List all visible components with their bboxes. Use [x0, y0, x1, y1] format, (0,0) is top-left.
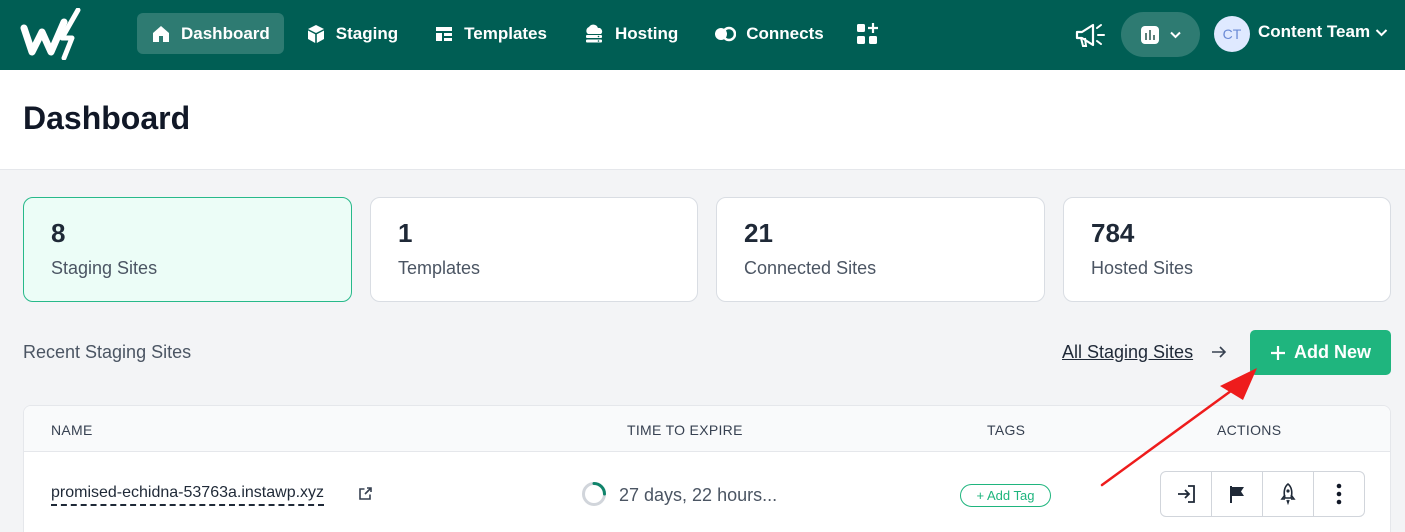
chevron-down-icon	[1170, 31, 1181, 38]
chevron-down-icon[interactable]	[1375, 28, 1388, 38]
stat-value: 784	[1091, 218, 1135, 248]
megaphone-icon[interactable]	[1073, 20, 1107, 50]
add-tag-button[interactable]: + Add Tag	[960, 484, 1051, 507]
rocket-icon	[1280, 483, 1296, 505]
page-title: Dashboard	[23, 100, 191, 136]
add-app-grid-icon[interactable]	[855, 22, 881, 48]
time-to-expire: 27 days, 22 hours...	[619, 485, 778, 505]
deploy-button[interactable]	[1263, 472, 1314, 516]
loading-spinner-icon	[582, 482, 606, 506]
add-new-label: Add New	[1293, 342, 1371, 362]
arrow-right-icon[interactable]	[1210, 344, 1228, 360]
column-header-actions: ACTIONS	[1217, 422, 1282, 438]
row-actions	[1160, 471, 1365, 517]
connect-icon	[715, 26, 737, 41]
main-nav: Dashboard Staging Templates Hosting Conn…	[137, 13, 838, 54]
cube-icon	[307, 24, 324, 43]
avatar[interactable]: CT	[1214, 16, 1250, 52]
stat-label: Connected Sites	[744, 258, 877, 278]
column-header-name: NAME	[51, 422, 93, 438]
login-button[interactable]	[1161, 472, 1212, 516]
stat-label: Staging Sites	[51, 258, 158, 278]
all-staging-sites-link[interactable]: All Staging Sites	[1062, 342, 1193, 363]
nav-hosting-label: Hosting	[614, 23, 679, 43]
external-link-icon[interactable]	[358, 486, 373, 501]
stat-value: 1	[398, 218, 413, 248]
user-name[interactable]: Content Team	[1258, 22, 1370, 42]
site-url-link[interactable]: promised-echidna-53763a.instawp.xyz	[51, 484, 325, 506]
bar-chart-icon	[1141, 25, 1159, 44]
nav-templates-label: Templates	[464, 23, 547, 43]
layout-icon	[436, 26, 453, 41]
stat-card-templates[interactable]: 1 Templates	[370, 197, 698, 302]
page-header: Dashboard	[0, 70, 1405, 170]
stat-label: Templates	[398, 258, 481, 278]
stat-card-connected-sites[interactable]: 21 Connected Sites	[716, 197, 1045, 302]
section-title: Recent Staging Sites	[23, 342, 192, 362]
brand-logo[interactable]	[20, 8, 86, 60]
stat-value: 8	[51, 218, 66, 248]
nav-hosting[interactable]: Hosting	[569, 13, 692, 54]
stat-label: Hosted Sites	[1091, 258, 1194, 278]
nav-dashboard-label: Dashboard	[181, 23, 270, 43]
stat-card-hosted-sites[interactable]: 784 Hosted Sites	[1063, 197, 1391, 302]
nav-dashboard[interactable]: Dashboard	[137, 13, 284, 54]
cloud-server-icon	[585, 24, 603, 42]
home-icon	[153, 25, 169, 42]
login-icon	[1178, 485, 1195, 503]
column-header-tags: TAGS	[987, 422, 1026, 438]
column-header-expire: TIME TO EXPIRE	[627, 422, 743, 438]
nav-templates[interactable]: Templates	[420, 13, 561, 54]
usage-menu-button[interactable]	[1121, 12, 1200, 57]
nav-staging-label: Staging	[335, 23, 399, 43]
stat-card-staging-sites[interactable]: 8 Staging Sites	[23, 197, 352, 302]
flag-icon	[1230, 486, 1244, 503]
add-new-button[interactable]: Add New	[1250, 330, 1391, 375]
nav-connects-label: Connects	[746, 23, 824, 43]
flag-button[interactable]	[1212, 472, 1263, 516]
staging-sites-table: NAME TIME TO EXPIRE TAGS ACTIONS promise…	[23, 405, 1391, 532]
table-header: NAME TIME TO EXPIRE TAGS ACTIONS	[24, 406, 1390, 452]
more-options-button[interactable]	[1314, 472, 1364, 516]
more-vertical-icon	[1336, 483, 1342, 505]
plus-icon	[1270, 345, 1285, 360]
nav-connects[interactable]: Connects	[700, 13, 837, 54]
nav-staging[interactable]: Staging	[292, 13, 412, 54]
top-navbar: Dashboard Staging Templates Hosting Conn…	[0, 0, 1405, 70]
stat-value: 21	[744, 218, 773, 248]
